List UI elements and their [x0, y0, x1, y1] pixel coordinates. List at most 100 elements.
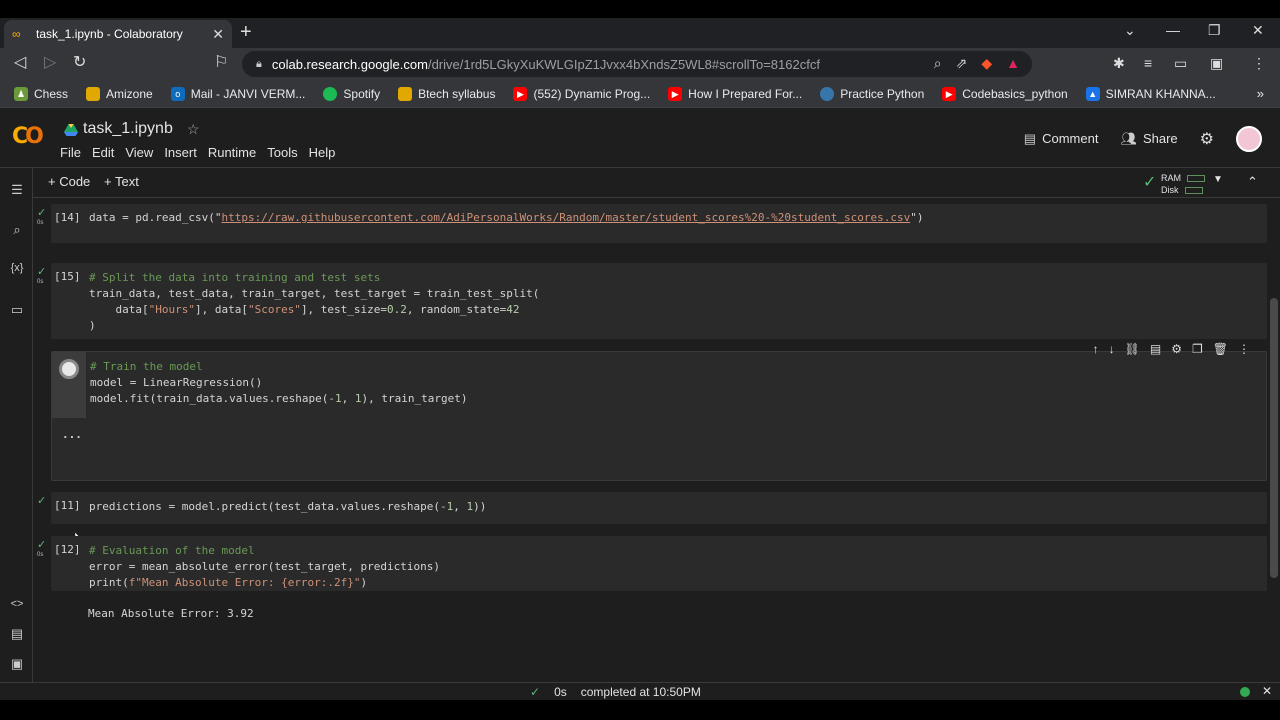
add-code-button[interactable]: + Code — [48, 174, 90, 189]
terminal-icon[interactable]: ▣ — [8, 656, 26, 672]
code-cell[interactable]: ✓ [11] predictions = model.predict(test_… — [37, 492, 1267, 524]
stop-execution-button[interactable] — [52, 352, 86, 418]
move-down-icon[interactable]: ↓ — [1109, 342, 1115, 356]
minimize-icon[interactable]: — — [1166, 22, 1180, 38]
address-bar[interactable]: 🔒︎ colab.research.google.com/drive/1rd5L… — [242, 51, 1032, 77]
people-icon: 👥︎ — [1120, 131, 1137, 146]
reload-icon[interactable]: ↻ — [73, 54, 86, 72]
url-path: /drive/1rd5LGkyXuKWLGIpZ1Jvxx4bXndsZ5WL8… — [427, 56, 820, 72]
star-icon[interactable]: ☆ — [187, 121, 200, 138]
move-up-icon[interactable]: ↑ — [1093, 342, 1099, 356]
status-text: completed at 10:50PM — [580, 685, 701, 699]
bookmark-mail[interactable]: o Mail - JANVI VERM... — [170, 86, 305, 101]
menu-bar: File Edit View Insert Runtime Tools Help — [60, 145, 335, 160]
disk-bar — [1184, 187, 1203, 195]
running-spinner-icon — [59, 359, 79, 379]
menu-help[interactable]: Help — [309, 145, 336, 160]
colab-logo[interactable]: CO — [12, 124, 44, 149]
collapse-header-icon[interactable]: ⌃ — [1247, 174, 1258, 190]
resources-indicator[interactable]: RAM Disk — [1161, 172, 1205, 196]
cell-code[interactable]: data = pd.read_csv("https://raw.githubus… — [89, 210, 923, 226]
cell-code[interactable]: # Evaluation of the model error = mean_a… — [89, 543, 440, 591]
notebook-toolbar: + Code + Text ✓ RAM Disk ▼ ⌃ — [33, 168, 1280, 198]
cell-execution-count: [12] — [54, 543, 81, 556]
sidebar-icon[interactable]: ▭ — [1174, 55, 1187, 72]
menu-edit[interactable]: Edit — [92, 145, 114, 160]
cell-output: Mean Absolute Error: 3.92 — [88, 607, 254, 620]
tab-title: task_1.ipynb - Colaboratory — [36, 27, 183, 41]
cell-code[interactable]: predictions = model.predict(test_data.va… — [89, 499, 486, 515]
tab-close-icon[interactable]: ✕ — [212, 26, 224, 43]
window-close-icon[interactable]: ✕ — [1252, 22, 1264, 39]
variables-icon[interactable]: {x} — [8, 262, 26, 274]
bookmark-practice-python[interactable]: Practice Python — [820, 86, 924, 101]
mirror-cell-icon[interactable]: ❐ — [1192, 342, 1203, 356]
bookmark-codebasics[interactable]: ▶ Codebasics_python — [942, 86, 1068, 101]
browser-menu-icon[interactable]: ⋮ — [1252, 55, 1266, 72]
notebook-title[interactable]: task_1.ipynb — [83, 120, 173, 138]
bookmark-simran[interactable]: ▲ SIMRAN KHANNA... — [1085, 86, 1216, 101]
avatar[interactable] — [1236, 126, 1262, 152]
bookmark-how-i-prepared[interactable]: ▶ How I Prepared For... — [668, 86, 802, 101]
browser-tab[interactable]: ∞ task_1.ipynb - Colaboratory ✕ — [4, 20, 232, 48]
bookmarks-bar: ♟ Chess Amizone o Mail - JANVI VERM... Spo… — [0, 80, 1280, 108]
back-icon[interactable]: ◁ — [14, 54, 26, 72]
zoom-icon[interactable]: ⌕ — [934, 55, 942, 72]
delete-icon[interactable]: 🗑︎ — [1213, 342, 1228, 356]
more-actions-icon[interactable]: ⋮ — [1238, 342, 1250, 356]
brave-rewards-icon[interactable]: ▲ — [1006, 55, 1020, 72]
bookmark-spotify[interactable]: Spotify — [323, 86, 380, 101]
brave-shield-icon[interactable]: ◆ — [981, 55, 992, 72]
code-cell[interactable]: ✓ 0s [14] data = pd.read_csv("https://ra… — [37, 204, 1267, 243]
bookmark-chess[interactable]: ♟ Chess — [14, 86, 68, 101]
restore-icon[interactable]: ❐ — [1208, 22, 1221, 39]
share-page-icon[interactable]: ⇗ — [956, 55, 968, 72]
forward-icon[interactable]: ▷ — [44, 54, 56, 72]
settings-icon[interactable]: ⚙ — [1200, 129, 1214, 149]
status-bar: ✓ 0s completed at 10:50PM ✕ — [0, 682, 1280, 700]
code-cell-active[interactable]: # Train the model model = LinearRegressi… — [51, 342, 1267, 481]
connected-check-icon: ✓ — [1143, 174, 1157, 191]
code-snippets-icon[interactable]: <> — [8, 598, 26, 610]
menu-insert[interactable]: Insert — [164, 145, 197, 160]
files-icon[interactable]: ▭ — [8, 302, 26, 318]
runtime-dropdown-icon[interactable]: ▼ — [1213, 174, 1223, 185]
youtube-icon: ▶ — [668, 86, 683, 101]
bookmark-amizone[interactable]: Amizone — [86, 86, 153, 101]
extensions-icon[interactable]: ✱ — [1113, 55, 1125, 72]
menu-file[interactable]: File — [60, 145, 81, 160]
comment-icon: ▤ — [1023, 131, 1037, 146]
more-bookmarks-icon[interactable]: » — [1257, 86, 1264, 101]
tab-search-icon[interactable]: ⌄ — [1124, 22, 1136, 39]
cell-execution-count: [11] — [54, 499, 81, 512]
menu-view[interactable]: View — [125, 145, 153, 160]
menu-runtime[interactable]: Runtime — [208, 145, 256, 160]
code-cell[interactable]: ✓ 0s [15] # Split the data into training… — [37, 263, 1267, 339]
notebook-scrollbar[interactable] — [1270, 298, 1278, 578]
close-status-icon[interactable]: ✕ — [1262, 684, 1272, 698]
comment-button[interactable]: ▤ Comment — [1024, 131, 1099, 147]
command-palette-icon[interactable]: ▤ — [8, 626, 26, 642]
cell-code[interactable]: # Train the model model = LinearRegressi… — [90, 359, 468, 407]
connection-status-icon[interactable] — [1240, 687, 1250, 697]
code-cell[interactable]: ✓ 0s [12] # Evaluation of the model erro… — [37, 536, 1267, 591]
bookmark-dynamic-prog[interactable]: ▶ (552) Dynamic Prog... — [513, 86, 650, 101]
share-button[interactable]: 👥︎ Share — [1120, 131, 1177, 147]
link-icon[interactable]: ⛓ — [1125, 342, 1140, 356]
wallet-icon[interactable]: ▣ — [1210, 55, 1223, 72]
new-tab-icon[interactable]: + — [240, 22, 252, 42]
bookmark-btech-syllabus[interactable]: Btech syllabus — [398, 86, 495, 101]
bookmark-icon[interactable]: ⚐ — [214, 54, 228, 72]
settings-icon[interactable]: ⚙ — [1171, 342, 1182, 356]
reading-list-icon[interactable]: ≡ — [1144, 55, 1152, 71]
search-icon[interactable]: ⌕ — [8, 222, 26, 238]
drive-icon — [64, 123, 78, 136]
comment-icon[interactable]: ▤ — [1150, 342, 1161, 356]
notebook-area: ✓ 0s [14] data = pd.read_csv("https://ra… — [33, 198, 1280, 684]
status-check-icon: ✓ — [530, 685, 541, 699]
menu-tools[interactable]: Tools — [267, 145, 297, 160]
add-text-button[interactable]: + Text — [104, 174, 139, 189]
toc-icon[interactable]: ☰ — [8, 182, 26, 198]
cell-code[interactable]: # Split the data into training and test … — [89, 270, 539, 334]
run-success-icon: ✓ — [37, 539, 47, 551]
